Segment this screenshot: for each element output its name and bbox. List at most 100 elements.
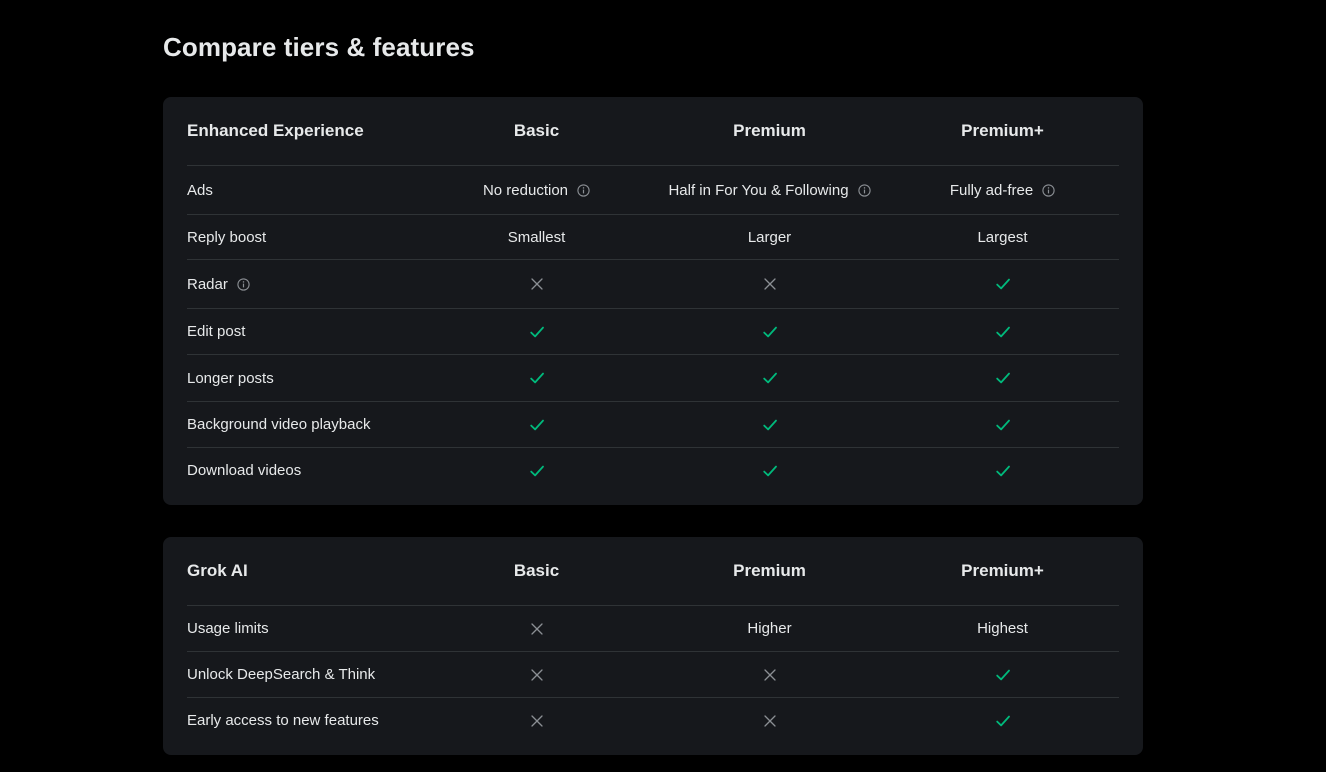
feature-label: Radar bbox=[187, 275, 228, 293]
feature-name: Edit post bbox=[187, 323, 420, 340]
page-title: Compare tiers & features bbox=[163, 32, 475, 62]
feature-label: Longer posts bbox=[187, 369, 274, 387]
tier-cell-basic bbox=[420, 713, 653, 729]
table-row-ads: Ads No reduction Half in For You & Followi… bbox=[187, 165, 1119, 214]
tier-value: Smallest bbox=[507, 228, 566, 246]
check-icon bbox=[762, 417, 778, 433]
tier-cell-premium bbox=[886, 463, 1119, 479]
x-icon bbox=[529, 667, 545, 683]
column-header-basic: Basic bbox=[420, 121, 653, 141]
page: Compare tiers & features Enhanced Experi… bbox=[0, 0, 1326, 772]
section-title-text: Enhanced Experience bbox=[187, 121, 364, 140]
feature-name: Radar bbox=[187, 276, 420, 293]
x-icon bbox=[529, 713, 545, 729]
check-icon bbox=[995, 713, 1011, 729]
feature-name: Usage limits bbox=[187, 620, 420, 637]
check-icon bbox=[995, 417, 1011, 433]
column-header-label: Premium+ bbox=[961, 121, 1044, 140]
tier-cell-basic bbox=[420, 667, 653, 683]
x-icon bbox=[762, 713, 778, 729]
tier-cell-premium: Higher bbox=[653, 620, 886, 637]
tier-value: Largest bbox=[977, 228, 1028, 246]
table-row-download-videos: Download videos bbox=[187, 447, 1119, 493]
feature-label: Background video playback bbox=[187, 416, 371, 433]
column-header-label: Basic bbox=[513, 561, 560, 580]
feature-name: Unlock DeepSearch & Think bbox=[187, 666, 420, 683]
tier-cell-premium bbox=[653, 324, 886, 340]
section-enhanced-experience: Enhanced Experience Basic Premium Premium+ A… bbox=[163, 97, 1143, 505]
x-icon bbox=[529, 621, 545, 637]
tier-cell-premium bbox=[653, 276, 886, 292]
info-icon[interactable] bbox=[577, 183, 590, 197]
check-icon bbox=[529, 324, 545, 340]
column-header-label: Premium bbox=[733, 561, 806, 580]
check-icon bbox=[995, 370, 1011, 386]
tier-value: Fully ad-free bbox=[949, 181, 1034, 199]
info-icon[interactable] bbox=[237, 277, 250, 291]
info-icon[interactable] bbox=[1042, 183, 1055, 197]
column-header-premium: Premium bbox=[653, 561, 886, 581]
tier-cell-premium bbox=[886, 667, 1119, 683]
table-row-radar: Radar bbox=[187, 259, 1119, 308]
check-icon bbox=[995, 324, 1011, 340]
section-title: Grok AI bbox=[187, 561, 420, 581]
tier-cell-basic: Smallest bbox=[420, 229, 653, 246]
column-header-label: Premium+ bbox=[961, 561, 1044, 580]
tier-cell-premium bbox=[653, 370, 886, 386]
x-icon bbox=[529, 276, 545, 292]
feature-label: Early access to new features bbox=[187, 712, 379, 729]
tier-cell-basic: No reduction bbox=[420, 182, 653, 199]
table-row-edit-post: Edit post bbox=[187, 308, 1119, 354]
section-grok-ai: Grok AI Basic Premium Premium+ Usage limits H… bbox=[163, 537, 1143, 755]
check-icon bbox=[762, 463, 778, 479]
tier-cell-basic bbox=[420, 370, 653, 386]
check-icon bbox=[762, 370, 778, 386]
table-row-early-access-to-new-features: Early access to new features bbox=[187, 697, 1119, 743]
tier-value: Highest bbox=[977, 620, 1028, 637]
feature-label: Unlock DeepSearch & Think bbox=[187, 666, 376, 683]
tier-cell-basic bbox=[420, 276, 653, 292]
feature-label: Edit post bbox=[187, 323, 246, 340]
column-header-label: Basic bbox=[513, 121, 560, 140]
table-row-unlock-deepsearch-and-think: Unlock DeepSearch & Think bbox=[187, 651, 1119, 697]
check-icon bbox=[529, 417, 545, 433]
tier-value: Half in For You & Following bbox=[668, 181, 849, 199]
column-header-label: Premium bbox=[733, 121, 806, 140]
feature-label: Ads bbox=[187, 181, 213, 199]
column-header-basic: Basic bbox=[420, 561, 653, 581]
tier-cell-premium: Half in For You & Following bbox=[653, 182, 886, 199]
tier-cell-premium bbox=[653, 713, 886, 729]
tier-value: Larger bbox=[747, 228, 792, 246]
tier-cell-premium bbox=[886, 276, 1119, 292]
table-header-row: Enhanced Experience Basic Premium Premium+ bbox=[187, 97, 1119, 165]
info-icon[interactable] bbox=[857, 183, 871, 197]
check-icon bbox=[762, 324, 778, 340]
x-icon bbox=[762, 276, 778, 292]
tier-cell-premium bbox=[886, 370, 1119, 386]
tier-cell-premium bbox=[653, 463, 886, 479]
tier-cell-premium: Largest bbox=[886, 229, 1119, 246]
tier-cell-premium bbox=[886, 324, 1119, 340]
x-icon bbox=[762, 667, 778, 683]
tier-cell-basic bbox=[420, 417, 653, 433]
check-icon bbox=[995, 667, 1011, 683]
check-icon bbox=[529, 370, 545, 386]
tier-value: No reduction bbox=[482, 181, 569, 199]
tier-value: Higher bbox=[747, 620, 792, 637]
tier-cell-basic bbox=[420, 621, 653, 637]
check-icon bbox=[995, 276, 1011, 292]
check-icon bbox=[529, 463, 545, 479]
feature-name: Download videos bbox=[187, 462, 420, 479]
feature-name: Reply boost bbox=[187, 229, 420, 246]
tier-cell-premium bbox=[886, 713, 1119, 729]
table-row-longer-posts: Longer posts bbox=[187, 354, 1119, 401]
tier-cell-premium: Highest bbox=[886, 620, 1119, 637]
table-header-row: Grok AI Basic Premium Premium+ bbox=[187, 537, 1119, 605]
table-row-usage-limits: Usage limits Higher Highest bbox=[187, 605, 1119, 651]
tier-cell-basic bbox=[420, 463, 653, 479]
tier-cell-premium bbox=[653, 417, 886, 433]
feature-label: Reply boost bbox=[187, 228, 267, 246]
column-header-premium: Premium+ bbox=[886, 561, 1119, 581]
feature-name: Ads bbox=[187, 182, 420, 199]
table-row-background-video-playback: Background video playback bbox=[187, 401, 1119, 447]
